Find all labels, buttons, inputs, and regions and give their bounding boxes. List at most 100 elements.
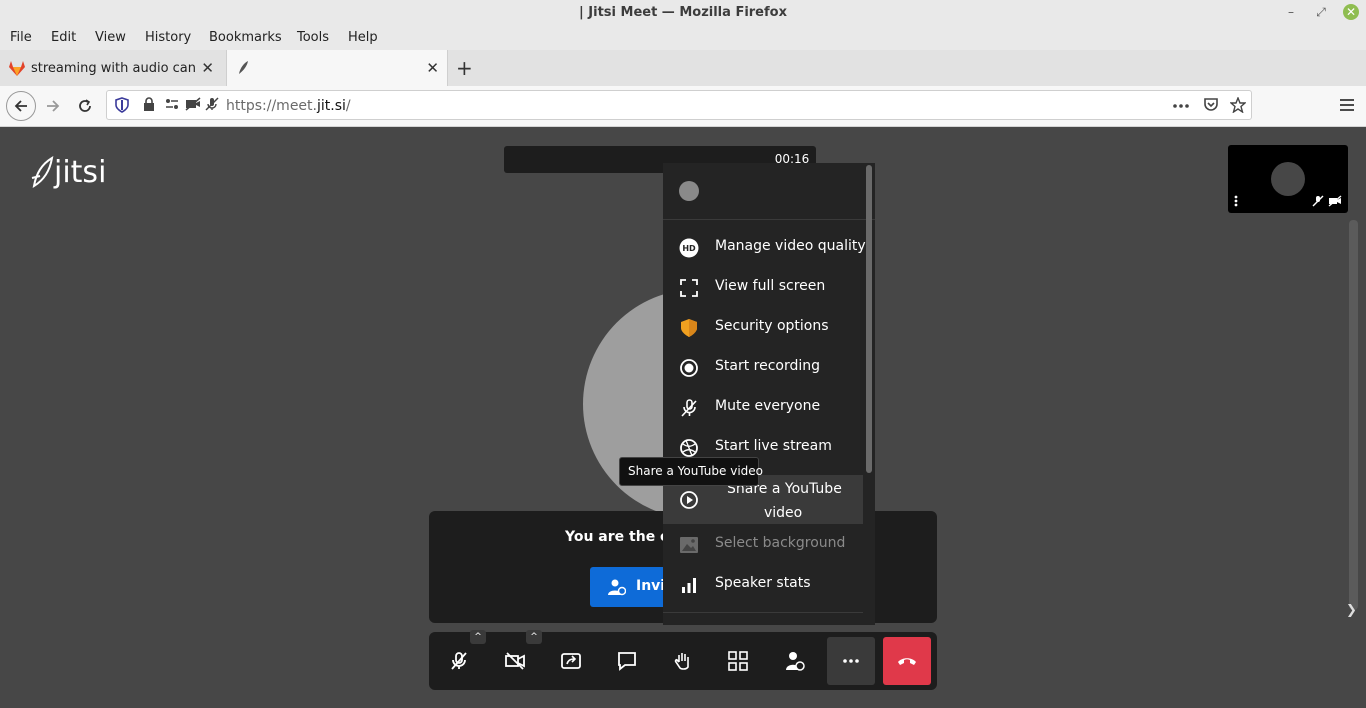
fullscreen-icon (680, 279, 698, 297)
tooltip-text: Share a YouTube video (628, 464, 763, 478)
camera-off-icon (505, 652, 525, 670)
url-domain: jit.si (317, 98, 346, 114)
menu-item-label: Start recording (715, 358, 821, 374)
tracking-shield-icon[interactable] (115, 97, 129, 113)
menu-separator (663, 612, 863, 613)
thumbnail-avatar (1271, 162, 1305, 196)
tab-bar: streaming with audio cannot ✕ ✕ (0, 50, 1366, 87)
mic-toggle-button[interactable] (435, 637, 483, 685)
raise-hand-icon (674, 653, 689, 670)
hangup-icon (898, 658, 916, 665)
reload-button[interactable] (73, 94, 97, 118)
overflow-menu: HD Manage video quality View full screen… (663, 163, 875, 625)
menu-help[interactable]: Help (348, 30, 378, 45)
menu-history[interactable]: History (145, 30, 191, 45)
menubar: File Edit View History Bookmarks Tools H… (0, 26, 1366, 50)
tile-view-icon (728, 651, 748, 671)
more-actions-button[interactable] (827, 637, 875, 685)
window-titlebar: | Jitsi Meet — Mozilla Firefox – ⤢ ✕ (0, 0, 1366, 26)
menu-manage-video-quality[interactable]: HD Manage video quality (663, 227, 866, 267)
close-window-button[interactable]: ✕ (1343, 4, 1359, 20)
tab-jitsi[interactable]: ✕ (226, 50, 448, 86)
mic-blocked-icon[interactable] (205, 97, 219, 111)
jitsi-favicon-icon (239, 61, 248, 74)
bar-chart-icon (682, 578, 696, 593)
audio-settings-caret-icon[interactable]: ^ (470, 630, 486, 644)
bookmark-star-icon[interactable] (1230, 97, 1246, 113)
live-stream-icon (680, 439, 698, 457)
svg-text:HD: HD (682, 244, 696, 253)
menu-profile[interactable] (663, 163, 875, 220)
minimize-button[interactable]: – (1283, 4, 1299, 20)
arrow-right-icon (47, 100, 60, 112)
chat-icon (618, 652, 636, 671)
filmstrip-scrollbar[interactable] (1349, 220, 1358, 610)
menu-item-label: video (764, 505, 803, 521)
chat-button[interactable] (603, 637, 651, 685)
page-actions-icon[interactable] (1173, 104, 1189, 108)
menu-edit[interactable]: Edit (51, 30, 76, 45)
screen-share-icon (561, 653, 581, 669)
tile-view-button[interactable] (714, 637, 762, 685)
back-button[interactable] (6, 91, 36, 121)
raise-hand-button[interactable] (659, 637, 707, 685)
menu-tools[interactable]: Tools (297, 30, 329, 45)
add-person-icon (786, 652, 805, 671)
tab-close-icon[interactable]: ✕ (201, 59, 214, 77)
navigation-bar: https://meet.jit.si/ (0, 86, 1366, 127)
filmstrip-toggle-icon[interactable]: ❯ (1346, 603, 1357, 618)
thumbnail-menu-icon[interactable] (1234, 195, 1238, 207)
new-tab-button[interactable]: + (456, 56, 473, 80)
mic-off-icon (681, 399, 697, 417)
menu-item-label: View full screen (715, 278, 826, 294)
menu-mute-everyone[interactable]: Mute everyone (663, 387, 863, 427)
menu-item-label: Mute everyone (715, 398, 821, 414)
invite-people-button[interactable] (771, 637, 819, 685)
url-text[interactable]: https://meet.jit.si/ (226, 98, 351, 114)
add-person-icon (608, 579, 626, 596)
menu-view-full-screen[interactable]: View full screen (663, 267, 863, 307)
hangup-button[interactable] (883, 637, 931, 685)
shield-icon (681, 319, 697, 337)
hd-icon: HD (679, 238, 699, 258)
url-bar[interactable]: https://meet.jit.si/ (106, 90, 1252, 120)
menu-security-options[interactable]: Security options (663, 307, 863, 347)
jitsi-stage: jitsi 00:16 You are the onl Invit ❯ ^ ^ (0, 127, 1366, 708)
menu-file[interactable]: File (10, 30, 32, 45)
pocket-icon[interactable] (1203, 97, 1219, 113)
play-circle-icon (680, 491, 698, 509)
url-prefix: https://meet. (226, 98, 317, 114)
menu-item-label: Select background (715, 535, 846, 551)
menu-item-label: Security options (715, 318, 829, 334)
tab-close-icon[interactable]: ✕ (426, 59, 439, 77)
forward-button[interactable] (41, 94, 65, 118)
maximize-button[interactable]: ⤢ (1313, 4, 1329, 20)
tab-gitlab[interactable]: streaming with audio cannot ✕ (0, 50, 222, 86)
camera-blocked-icon[interactable] (185, 97, 201, 111)
menu-item-label: Manage video quality (715, 238, 866, 254)
menu-scrollbar[interactable] (866, 165, 872, 473)
lock-icon[interactable] (143, 97, 155, 111)
hamburger-menu-icon[interactable] (1339, 98, 1355, 112)
permissions-icon[interactable] (165, 97, 179, 111)
tab-label: streaming with audio cannot (31, 61, 196, 76)
logo-text: jitsi (54, 155, 107, 190)
more-dots-icon (843, 659, 859, 663)
background-image-icon (680, 537, 698, 553)
screen-share-button[interactable] (547, 637, 595, 685)
menu-start-recording[interactable]: Start recording (663, 347, 863, 387)
menu-select-background[interactable]: Select background (663, 524, 863, 564)
menu-bookmarks[interactable]: Bookmarks (209, 30, 282, 45)
menu-item-label: Start live stream (715, 438, 832, 454)
window-title: | Jitsi Meet — Mozilla Firefox (579, 5, 787, 20)
video-settings-caret-icon[interactable]: ^ (526, 630, 542, 644)
local-video-thumbnail[interactable] (1228, 145, 1348, 213)
youtube-tooltip: Share a YouTube video (619, 457, 763, 486)
arrow-left-icon (14, 100, 27, 112)
thumbnail-camera-off-icon (1328, 195, 1342, 207)
menu-speaker-stats[interactable]: Speaker stats (663, 564, 863, 604)
camera-toggle-button[interactable] (491, 637, 539, 685)
thumbnail-mic-off-icon (1312, 195, 1324, 207)
menu-view[interactable]: View (95, 30, 126, 45)
profile-avatar (679, 181, 699, 201)
